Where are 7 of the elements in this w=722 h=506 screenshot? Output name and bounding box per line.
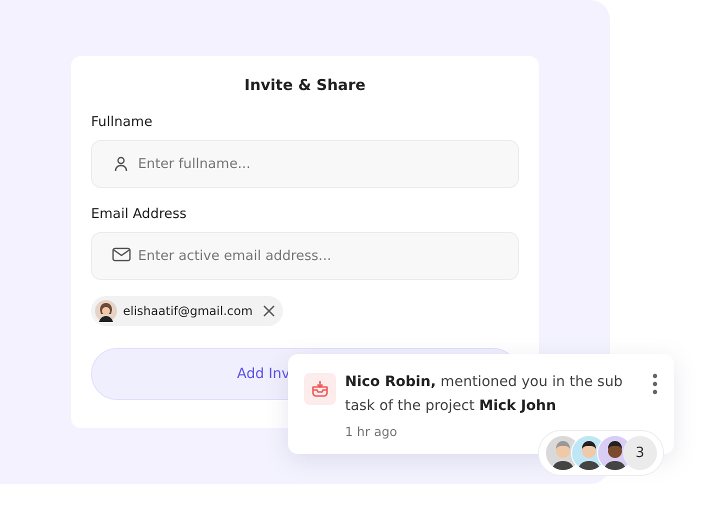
- field-label: Fullname: [91, 114, 154, 130]
- card-title: Invite & Share: [243, 76, 367, 94]
- field-label: Email Address: [91, 206, 188, 222]
- notification-message: Nico Robin, mentioned you in the sub task of the project Mick John: [345, 373, 624, 416]
- chip-text: elishaatif@gmail.com: [123, 304, 253, 318]
- count-badge: 3: [623, 436, 657, 470]
- timestamp: 1 hr ago: [345, 424, 398, 439]
